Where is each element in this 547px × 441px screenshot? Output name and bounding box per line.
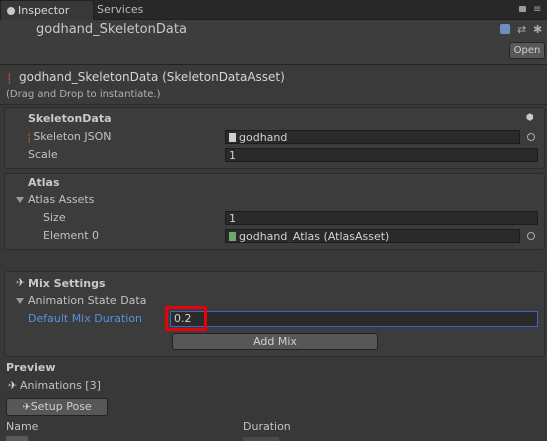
- animation-row-button[interactable]: [6, 436, 28, 441]
- size-field[interactable]: 1: [225, 211, 538, 225]
- default-mix-duration-label: Default Mix Duration: [28, 312, 143, 325]
- highlight-box: [165, 306, 207, 331]
- mix-settings-heading: Mix Settings: [28, 277, 106, 290]
- scale-field[interactable]: 1: [225, 148, 538, 162]
- spine-json-icon: ⸽: [28, 134, 31, 144]
- object-picker-icon[interactable]: [527, 133, 535, 141]
- animation-state-foldout-icon[interactable]: [16, 298, 24, 304]
- preview-heading: Preview: [6, 361, 56, 374]
- skeleton-data-heading: SkeletonData: [28, 112, 112, 125]
- atlas-asset-icon: [229, 232, 236, 241]
- help-icon[interactable]: [500, 24, 510, 34]
- text-asset-icon: [229, 133, 236, 142]
- atlas-assets-label[interactable]: Atlas Assets: [28, 193, 94, 206]
- drag-hint: (Drag and Drop to instantiate.): [6, 89, 161, 100]
- setup-pose-figure-icon: ✈: [22, 402, 31, 413]
- component-title: godhand_SkeletonData (SkeletonDataAsset): [19, 70, 285, 84]
- tab-inspector[interactable]: Inspector: [0, 0, 94, 20]
- asset-name: godhand_SkeletonData: [36, 22, 187, 37]
- lock-icon[interactable]: [519, 6, 526, 12]
- animations-label[interactable]: Animations [3]: [20, 379, 101, 392]
- element-0-label: Element 0: [43, 229, 100, 242]
- column-name-header: Name: [6, 420, 39, 433]
- default-mix-duration-field[interactable]: 0.2: [170, 311, 538, 327]
- spine-icon: ⸽: [8, 74, 11, 85]
- open-button[interactable]: Open: [509, 42, 545, 59]
- atlas-heading: Atlas: [28, 176, 60, 189]
- atlas-picker-icon[interactable]: [527, 232, 535, 240]
- skeleton-json-field[interactable]: godhand: [225, 130, 520, 144]
- skeleton-settings-icon[interactable]: ⬢: [526, 113, 534, 123]
- animation-state-data-label[interactable]: Animation State Data: [28, 294, 146, 307]
- element-0-field[interactable]: godhand_Atlas (AtlasAsset): [225, 229, 520, 243]
- info-icon: [7, 7, 15, 15]
- setup-pose-button[interactable]: ✈Setup Pose: [6, 398, 108, 416]
- column-duration-header: Duration: [243, 420, 291, 433]
- atlas-assets-foldout-icon[interactable]: [16, 197, 24, 203]
- running-figure-icon: ✈: [16, 276, 26, 289]
- add-mix-button[interactable]: Add Mix: [172, 333, 378, 350]
- tab-menu-icon[interactable]: ≡: [533, 4, 541, 15]
- scale-label: Scale: [28, 148, 58, 161]
- size-label: Size: [43, 211, 66, 224]
- gear-icon[interactable]: ✱: [533, 23, 542, 36]
- animation-row-duration: [243, 437, 279, 441]
- animations-icon: ✈: [8, 379, 18, 392]
- tab-services[interactable]: Services: [91, 0, 149, 19]
- settings-sliders-icon[interactable]: ⇄: [517, 23, 526, 36]
- skeleton-json-label: ⸽ Skeleton JSON: [28, 130, 112, 144]
